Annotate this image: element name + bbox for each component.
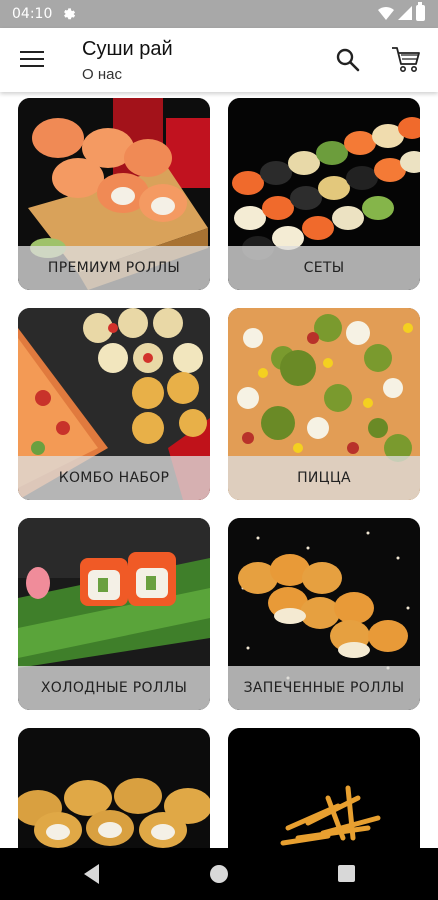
category-tile-combo-set[interactable]: КОМБО НАБОР (18, 308, 210, 500)
status-bar: 04:10 (0, 0, 438, 28)
search-icon[interactable] (334, 46, 362, 74)
cart-icon[interactable] (390, 44, 422, 74)
cell-signal-icon (398, 6, 412, 20)
french-fries-image (228, 728, 420, 848)
category-label: ПРЕМИУМ РОЛЛЫ (18, 246, 210, 290)
category-label: КОМБО НАБОР (18, 456, 210, 500)
category-tile-premium-rolls[interactable]: ПРЕМИУМ РОЛЛЫ (18, 98, 210, 290)
app-bar: Суши рай О нас (0, 28, 438, 92)
wifi-icon (378, 7, 394, 20)
system-nav-bar (0, 848, 438, 900)
category-label: ХОЛОДНЫЕ РОЛЛЫ (18, 666, 210, 710)
fried-rolls-image (18, 728, 210, 848)
category-label: ПИЦЦА (228, 456, 420, 500)
status-time: 04:10 (12, 6, 53, 22)
battery-icon (416, 2, 425, 21)
category-tile-8[interactable] (228, 728, 420, 848)
category-label: ЗАПЕЧЕННЫЕ РОЛЛЫ (228, 666, 420, 710)
home-icon[interactable] (210, 865, 228, 883)
category-tile-pizza[interactable]: ПИЦЦА (228, 308, 420, 500)
recents-icon[interactable] (338, 865, 355, 882)
category-tile-baked-rolls[interactable]: ЗАПЕЧЕННЫЕ РОЛЛЫ (228, 518, 420, 710)
app-subtitle[interactable]: О нас (82, 66, 122, 83)
category-tile-cold-rolls[interactable]: ХОЛОДНЫЕ РОЛЛЫ (18, 518, 210, 710)
app-title: Суши рай (82, 38, 173, 60)
category-tile-sets[interactable]: СЕТЫ (228, 98, 420, 290)
category-tile-7[interactable] (18, 728, 210, 848)
category-label: СЕТЫ (228, 246, 420, 290)
hamburger-menu-icon[interactable] (20, 48, 44, 72)
settings-gear-icon (64, 8, 76, 20)
category-grid: ПРЕМИУМ РОЛЛЫ СЕТЫ КОМБО НАБОР ПИЦЦА ХОЛ… (0, 92, 438, 848)
back-icon[interactable] (84, 864, 100, 884)
